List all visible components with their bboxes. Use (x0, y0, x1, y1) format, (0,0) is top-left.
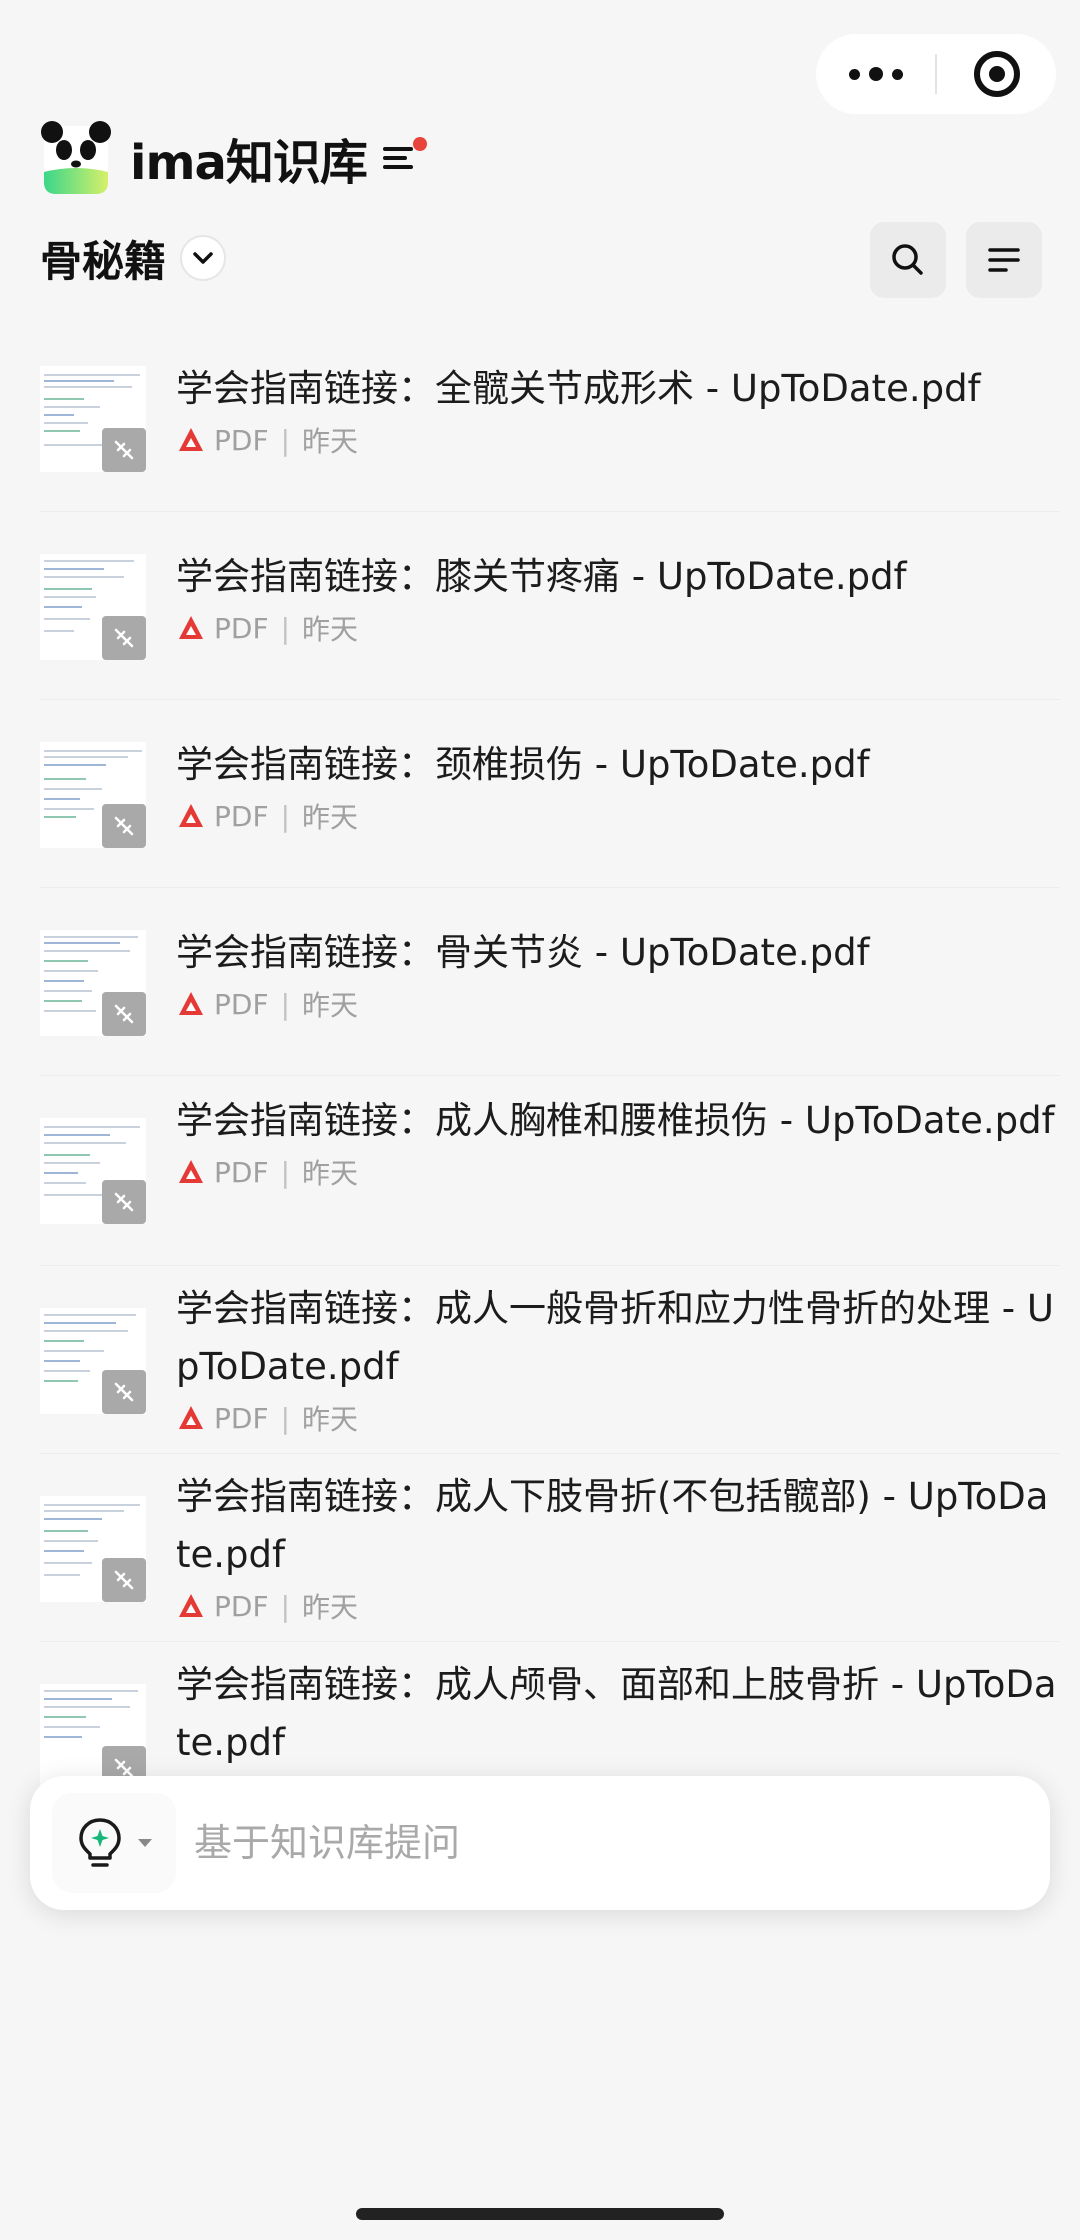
pdf-icon (179, 804, 203, 827)
file-thumbnail (40, 554, 146, 660)
list-item[interactable]: 学会指南链接：全髋关节成形术 - UpToDate.pdf PDF | 昨天 (40, 324, 1060, 512)
file-title[interactable]: 学会指南链接：成人一般骨折和应力性骨折的处理 - UpToDate.pdf (176, 1280, 1060, 1396)
file-date: 昨天 (302, 1591, 359, 1624)
list-item[interactable]: 学会指南链接：膝关节疼痛 - UpToDate.pdf PDF | 昨天 (40, 512, 1060, 700)
file-date: 昨天 (302, 801, 359, 834)
folder-name: 骨秘籍 (40, 236, 167, 286)
folder-selector[interactable]: 骨秘籍 (40, 228, 227, 288)
file-type: PDF (214, 987, 269, 1021)
file-thumbnail (40, 1308, 146, 1414)
file-thumbnail (40, 366, 146, 472)
target-circle-icon[interactable] (937, 34, 1056, 114)
menu-lines-icon[interactable] (382, 137, 427, 173)
app-title: ima知识库 (130, 135, 368, 191)
list-item[interactable]: 学会指南链接：颈椎损伤 - UpToDate.pdf PDF | 昨天 (40, 700, 1060, 888)
link-off-icon (102, 992, 146, 1036)
unread-dot (412, 137, 427, 151)
link-off-icon (102, 1180, 146, 1224)
link-off-icon (102, 616, 146, 660)
file-title[interactable]: 学会指南链接：成人胸椎和腰椎损伤 - UpToDate.pdf (176, 1092, 1060, 1150)
file-meta: PDF | 昨天 (176, 984, 1060, 1024)
pdf-icon (179, 616, 203, 639)
home-indicator[interactable] (356, 2208, 724, 2220)
file-title[interactable]: 学会指南链接：成人颅骨、面部和上肢骨折 - UpToDate.pdf (176, 1656, 1060, 1772)
list-item[interactable]: 学会指南链接：骨关节炎 - UpToDate.pdf PDF | 昨天 (40, 888, 1060, 1076)
file-type: PDF (214, 423, 269, 457)
file-thumbnail (40, 742, 146, 848)
file-type: PDF (214, 799, 269, 833)
link-off-icon (102, 1558, 146, 1602)
file-thumbnail (40, 930, 146, 1036)
file-type: PDF (214, 1401, 269, 1435)
file-title[interactable]: 学会指南链接：全髋关节成形术 - UpToDate.pdf (176, 360, 1060, 418)
link-off-icon (102, 804, 146, 848)
sort-button[interactable] (966, 222, 1042, 298)
file-thumbnail (40, 1496, 146, 1602)
file-type: PDF (214, 1589, 269, 1623)
file-date: 昨天 (302, 425, 359, 458)
file-meta: PDF | 昨天 (176, 420, 1060, 460)
ask-input[interactable] (194, 1821, 1050, 1865)
ask-bar (30, 1776, 1050, 1910)
lightbulb-sparkle-icon (79, 1818, 121, 1867)
file-type: PDF (214, 611, 269, 645)
link-off-icon (102, 1370, 146, 1414)
pdf-icon (179, 1594, 203, 1617)
chevron-down-icon (138, 1839, 152, 1847)
file-meta: PDF | 昨天 (176, 608, 1060, 648)
file-meta: PDF | 昨天 (176, 1398, 1060, 1438)
file-date: 昨天 (302, 989, 359, 1022)
more-dots-icon[interactable] (816, 34, 935, 114)
search-icon (892, 244, 923, 275)
list-item[interactable]: 学会指南链接：成人一般骨折和应力性骨折的处理 - UpToDate.pdf PD… (40, 1266, 1060, 1454)
pdf-icon (179, 428, 203, 451)
panda-logo-icon (41, 121, 111, 194)
pdf-icon (179, 992, 203, 1015)
file-thumbnail (40, 1118, 146, 1224)
pdf-icon (179, 1160, 203, 1183)
file-title[interactable]: 学会指南链接：骨关节炎 - UpToDate.pdf (176, 924, 1060, 982)
file-date: 昨天 (302, 1403, 359, 1436)
pdf-icon (179, 1406, 203, 1429)
list-item[interactable]: 学会指南链接：成人颅骨、面部和上肢骨折 - UpToDate.pdf (40, 1642, 1060, 1790)
brand-header: ima知识库 (40, 118, 427, 198)
file-title[interactable]: 学会指南链接：颈椎损伤 - UpToDate.pdf (176, 736, 1060, 794)
list-item[interactable]: 学会指南链接：成人胸椎和腰椎损伤 - UpToDate.pdf PDF | 昨天 (40, 1076, 1060, 1266)
file-date: 昨天 (302, 613, 359, 646)
sort-lines-icon (988, 248, 1020, 272)
file-meta: PDF | 昨天 (176, 796, 1060, 836)
chevron-down-icon[interactable] (180, 235, 227, 281)
file-title[interactable]: 学会指南链接：膝关节疼痛 - UpToDate.pdf (176, 548, 1060, 606)
file-list: 学会指南链接：全髋关节成形术 - UpToDate.pdf PDF | 昨天 学会指… (0, 324, 1080, 1790)
file-meta: PDF | 昨天 (176, 1152, 1060, 1192)
search-button[interactable] (870, 222, 946, 298)
link-off-icon (102, 428, 146, 472)
list-item[interactable]: 学会指南链接：成人下肢骨折(不包括髋部) - UpToDate.pdf PDF |… (40, 1454, 1060, 1642)
miniprogram-capsule (816, 34, 1056, 114)
file-thumbnail (40, 1684, 146, 1790)
file-title[interactable]: 学会指南链接：成人下肢骨折(不包括髋部) - UpToDate.pdf (176, 1468, 1060, 1584)
file-meta: PDF | 昨天 (176, 1586, 1060, 1626)
file-type: PDF (214, 1155, 269, 1189)
ask-mode-selector[interactable] (52, 1793, 176, 1893)
file-date: 昨天 (302, 1157, 359, 1190)
